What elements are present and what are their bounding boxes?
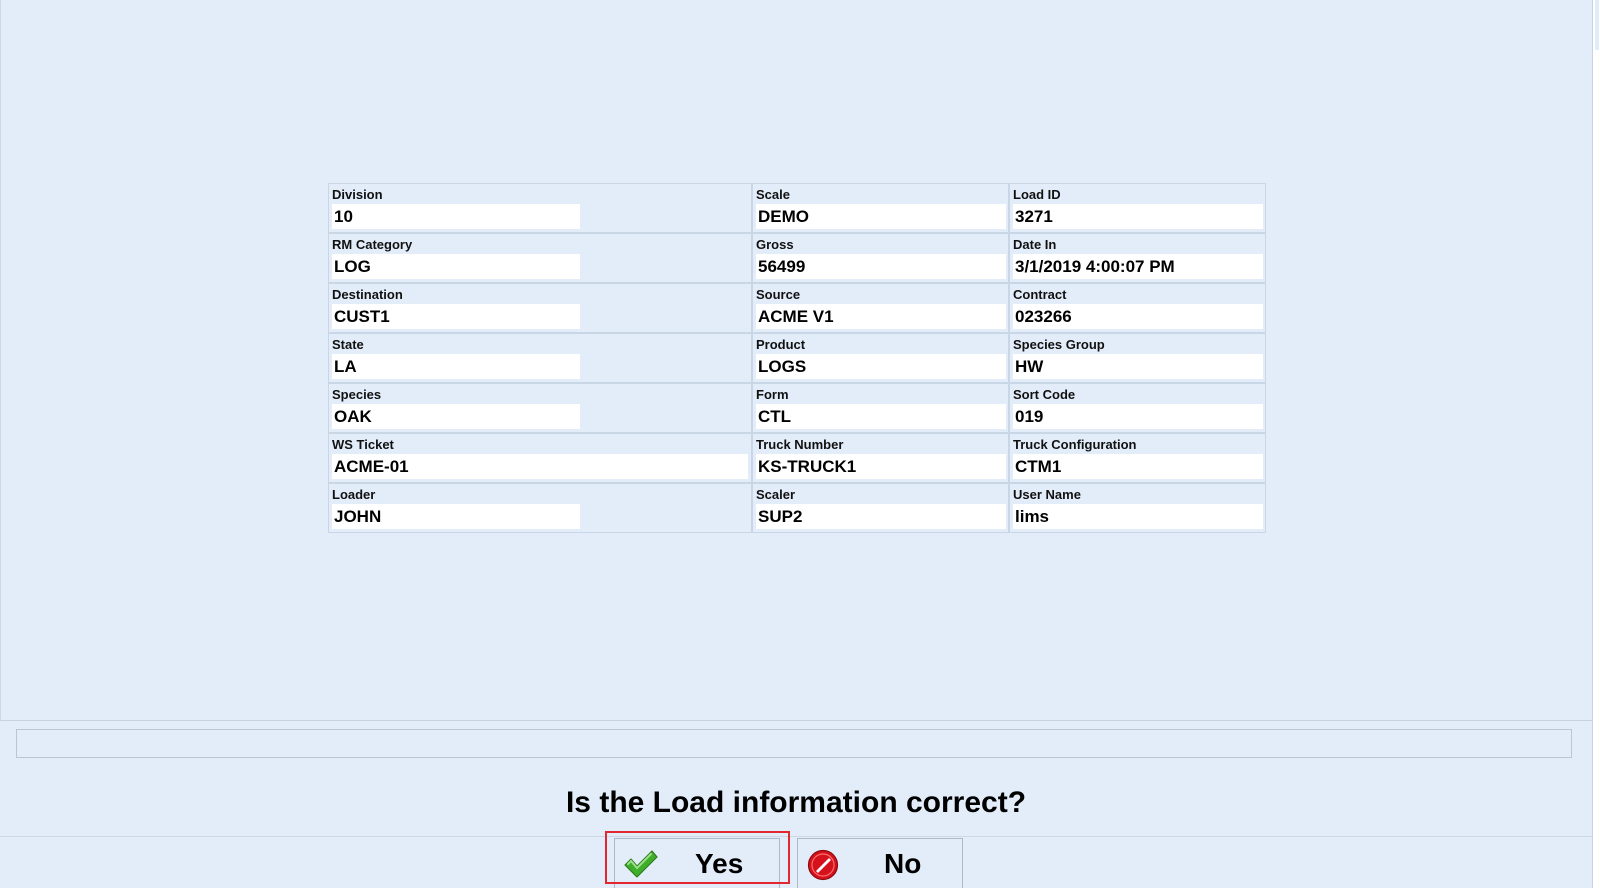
field-label: Gross: [756, 237, 794, 252]
field-date-in: Date In 3/1/2019 4:00:07 PM: [1009, 233, 1266, 283]
yes-button[interactable]: Yes: [614, 838, 780, 888]
field-label: User Name: [1013, 487, 1081, 502]
window-right-edge: [1592, 0, 1600, 888]
field-label: Load ID: [1013, 187, 1061, 202]
field-value: KS-TRUCK1: [756, 454, 1006, 479]
field-user-name: User Name lims: [1009, 483, 1266, 533]
field-label: Product: [756, 337, 806, 352]
field-value: 3/1/2019 4:00:07 PM: [1013, 254, 1263, 279]
field-value: 023266: [1013, 304, 1263, 329]
field-value: LA: [332, 354, 580, 379]
load-confirmation-screen: Division 10 Scale DEMO Load ID 3271 RM C…: [0, 0, 1600, 888]
field-label: Division: [332, 187, 383, 202]
no-button[interactable]: No: [797, 838, 963, 888]
field-label: State: [332, 337, 364, 352]
button-bar-divider: [0, 836, 1592, 837]
field-species: Species OAK: [328, 383, 752, 433]
field-label: Form: [756, 387, 789, 402]
no-button-label: No: [884, 848, 922, 879]
field-destination: Destination CUST1: [328, 283, 752, 333]
message-bar: [16, 729, 1572, 758]
field-label: Truck Configuration: [1013, 437, 1137, 452]
field-truck-number: Truck Number KS-TRUCK1: [752, 433, 1009, 483]
field-value: DEMO: [756, 204, 1006, 229]
field-value: 10: [332, 204, 580, 229]
field-value: ACME V1: [756, 304, 1006, 329]
field-label: Loader: [332, 487, 376, 502]
field-value: lims: [1013, 504, 1263, 529]
field-load-id: Load ID 3271: [1009, 183, 1266, 233]
field-value: CTM1: [1013, 454, 1263, 479]
field-label: Contract: [1013, 287, 1067, 302]
field-value: ACME-01: [332, 454, 748, 479]
field-source: Source ACME V1: [752, 283, 1009, 333]
edge-nub: [1595, 0, 1599, 50]
field-scaler: Scaler SUP2: [752, 483, 1009, 533]
field-label: Scaler: [756, 487, 796, 502]
field-state: State LA: [328, 333, 752, 383]
field-value: LOG: [332, 254, 580, 279]
field-label: Scale: [756, 187, 790, 202]
field-truck-configuration: Truck Configuration CTM1: [1009, 433, 1266, 483]
field-form: Form CTL: [752, 383, 1009, 433]
field-loader: Loader JOHN: [328, 483, 752, 533]
field-value: CUST1: [332, 304, 580, 329]
field-label: WS Ticket: [332, 437, 394, 452]
field-contract: Contract 023266: [1009, 283, 1266, 333]
field-label: Date In: [1013, 237, 1057, 252]
field-value: 019: [1013, 404, 1263, 429]
field-sort-code: Sort Code 019: [1009, 383, 1266, 433]
field-label: RM Category: [332, 237, 413, 252]
field-label: Truck Number: [756, 437, 844, 452]
no-entry-icon: [807, 849, 839, 881]
field-value: OAK: [332, 404, 580, 429]
field-value: SUP2: [756, 504, 1006, 529]
field-label: Destination: [332, 287, 403, 302]
field-gross: Gross 56499: [752, 233, 1009, 283]
field-label: Species: [332, 387, 382, 402]
field-value: JOHN: [332, 504, 580, 529]
field-value: 56499: [756, 254, 1006, 279]
load-info-panel: Division 10 Scale DEMO Load ID 3271 RM C…: [0, 0, 1593, 721]
field-value: LOGS: [756, 354, 1006, 379]
field-division: Division 10: [328, 183, 752, 233]
field-value: HW: [1013, 354, 1263, 379]
field-value: 3271: [1013, 204, 1263, 229]
field-ws-ticket: WS Ticket ACME-01: [328, 433, 752, 483]
load-info-grid: Division 10 Scale DEMO Load ID 3271 RM C…: [328, 183, 1266, 533]
field-label: Species Group: [1013, 337, 1105, 352]
field-rm-category: RM Category LOG: [328, 233, 752, 283]
field-product: Product LOGS: [752, 333, 1009, 383]
checkmark-icon: [624, 850, 658, 878]
field-species-group: Species Group HW: [1009, 333, 1266, 383]
yes-button-label: Yes: [695, 848, 744, 879]
confirmation-question: Is the Load information correct?: [565, 786, 1027, 819]
field-value: CTL: [756, 404, 1006, 429]
field-label: Sort Code: [1013, 387, 1076, 402]
field-label: Source: [756, 287, 801, 302]
field-scale: Scale DEMO: [752, 183, 1009, 233]
